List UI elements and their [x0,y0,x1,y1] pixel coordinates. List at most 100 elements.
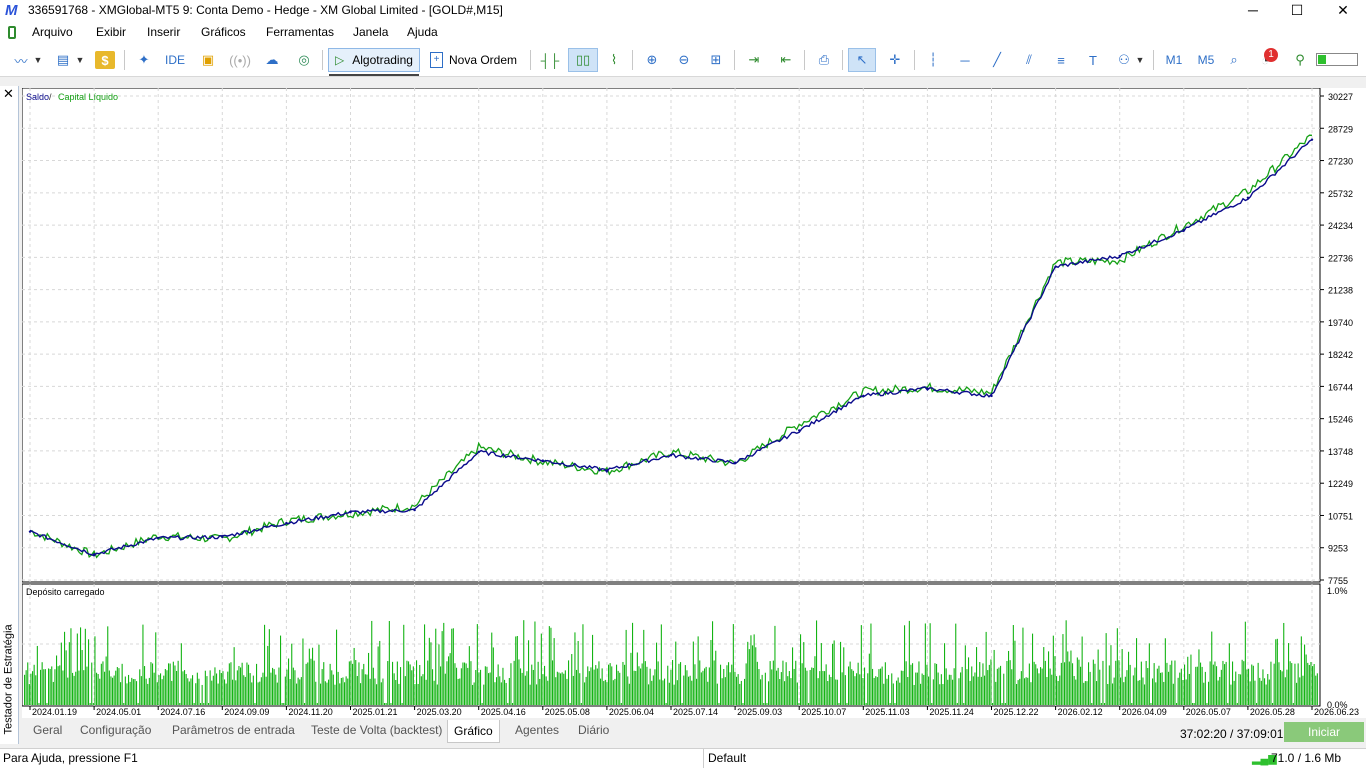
deposit-bar [870,623,872,705]
deposit-bar [299,679,301,705]
tab-configuracao[interactable]: Configuração [80,723,151,737]
deposit-bar [182,671,184,705]
deposit-bar [392,661,394,705]
algotrading-button[interactable]: ▷ Algotrading [328,48,420,76]
maximize-button[interactable]: ☐ [1274,0,1320,22]
menu-ferramentas[interactable]: Ferramentas [266,25,334,39]
tab-teste-de-volta[interactable]: Teste de Volta (backtest) [311,723,442,737]
deposit-bar [1200,662,1202,705]
menu-exibir[interactable]: Exibir [96,25,126,39]
deposit-bar [608,664,610,705]
timeframe-m5-button[interactable]: M5 [1194,48,1218,72]
menu-arquivo[interactable]: Arquivo [32,25,73,39]
deposit-bar [948,674,950,705]
deposit-bar [601,668,603,705]
chart-shift-icon[interactable]: ⇤ [775,48,797,72]
signal-icon[interactable]: ((•)) [229,48,251,72]
deposit-bar [753,634,755,705]
deposit-bar [971,666,973,705]
deposit-bar [995,681,997,705]
deposit-bar [750,635,752,705]
deposit-bar [225,683,227,705]
channel-icon[interactable]: ⫽ [1018,48,1040,72]
zoom-out-icon[interactable]: ⊖ [673,48,695,72]
deposit-bar [129,681,131,705]
deposit-bar [1075,679,1077,705]
search-icon[interactable]: ⌕ [1224,48,1244,72]
deposit-bar [702,670,704,705]
deposit-bar [803,642,805,705]
vertical-line-icon[interactable]: ┆ [922,48,944,72]
new-order-icon: + [430,52,443,68]
deposit-bar [1281,671,1283,705]
y-tick-label: 16744 [1328,382,1353,392]
candlestick-chart-icon[interactable]: ▯▯ [568,48,598,72]
deposit-bar [844,675,846,705]
strategy-tester-side-panel: ✕ Testador de Estratégia [0,86,19,744]
menu-inserir[interactable]: Inserir [147,25,180,39]
deposit-bar [1259,677,1261,705]
menu-janela[interactable]: Janela [353,25,388,39]
deposit-bar [577,640,579,705]
deposit-bar [774,625,776,705]
tab-agentes[interactable]: Agentes [515,723,559,737]
menu-ajuda[interactable]: Ajuda [407,25,438,39]
close-panel-button[interactable]: ✕ [3,86,14,102]
start-button[interactable]: Iniciar [1284,722,1364,742]
balance-chart-svg[interactable]: 30227 28729 27230 25732 24234 22736 21238 19740… [21,87,1366,718]
deposit-bar [963,703,965,705]
deposit-bar [334,684,336,705]
line-chart-icon[interactable]: 〰 [10,48,32,72]
vps-icon[interactable]: ◎ [293,48,315,72]
text-tool-icon[interactable]: T [1082,48,1104,72]
balance-point [413,508,416,512]
dollar-icon[interactable]: $ [95,51,115,69]
nova-ordem-button[interactable]: + Nova Ordem [430,48,517,72]
auto-scroll-icon[interactable]: ⇥ [743,48,765,72]
chart-template-icon[interactable]: ▤ [52,48,74,72]
close-window-button[interactable]: ✕ [1320,0,1366,22]
deposit-bar [193,703,195,705]
deposit-bar [756,661,758,705]
deposit-bar [956,703,958,705]
deposit-bar [139,669,141,705]
deposit-bar [918,661,920,705]
zoom-in-icon[interactable]: ⊕ [641,48,663,72]
horizontal-line-icon[interactable]: ─ [954,48,976,72]
tab-grafico[interactable]: Gráfico [447,720,500,743]
deposit-bar [190,678,192,705]
bar-chart-icon[interactable]: ┤├ [539,48,561,72]
cloud-icon[interactable]: ☁ [261,48,283,72]
deposit-bar [889,703,891,705]
sparkle-icon[interactable]: ✦ [133,48,155,72]
line-chart-mode-icon[interactable]: ⌇ [603,48,625,72]
screenshot-icon[interactable]: ⎙ [813,48,835,72]
shapes-icon[interactable]: ⚇ [1113,48,1135,72]
deposit-bar [1219,676,1221,705]
chart-area[interactable]: 30227 28729 27230 25732 24234 22736 21238 19740… [21,87,1366,718]
deposit-bar [316,703,318,705]
deposit-bar [611,666,613,705]
ide-button[interactable]: IDE [163,48,187,72]
deposit-bar [436,684,438,705]
grid-icon[interactable]: ⊞ [705,48,727,72]
menu-graficos[interactable]: Gráficos [201,25,246,39]
minimize-button[interactable]: ─ [1230,0,1276,22]
cursor-icon[interactable]: ↖ [848,48,876,72]
tab-geral[interactable]: Geral [33,723,62,737]
deposit-bar [700,672,702,705]
deposit-bar [420,676,422,705]
trendline-icon[interactable]: ╱ [986,48,1008,72]
deposit-bar [712,621,714,705]
dropdown-icon[interactable]: ▼ [75,48,85,72]
deposit-bar [1291,663,1293,705]
bag-icon[interactable]: ▣ [197,48,219,72]
tab-diario[interactable]: Diário [578,723,609,737]
dropdown-icon[interactable]: ▼ [1135,48,1145,72]
fibonacci-icon[interactable]: ≡ [1050,48,1072,72]
crosshair-icon[interactable]: ✛ [884,48,906,72]
deposit-bar [403,624,405,705]
timeframe-m1-button[interactable]: M1 [1162,48,1186,72]
dropdown-icon[interactable]: ▼ [33,48,43,72]
tab-parametros-de-entrada[interactable]: Parâmetros de entrada [172,723,295,737]
